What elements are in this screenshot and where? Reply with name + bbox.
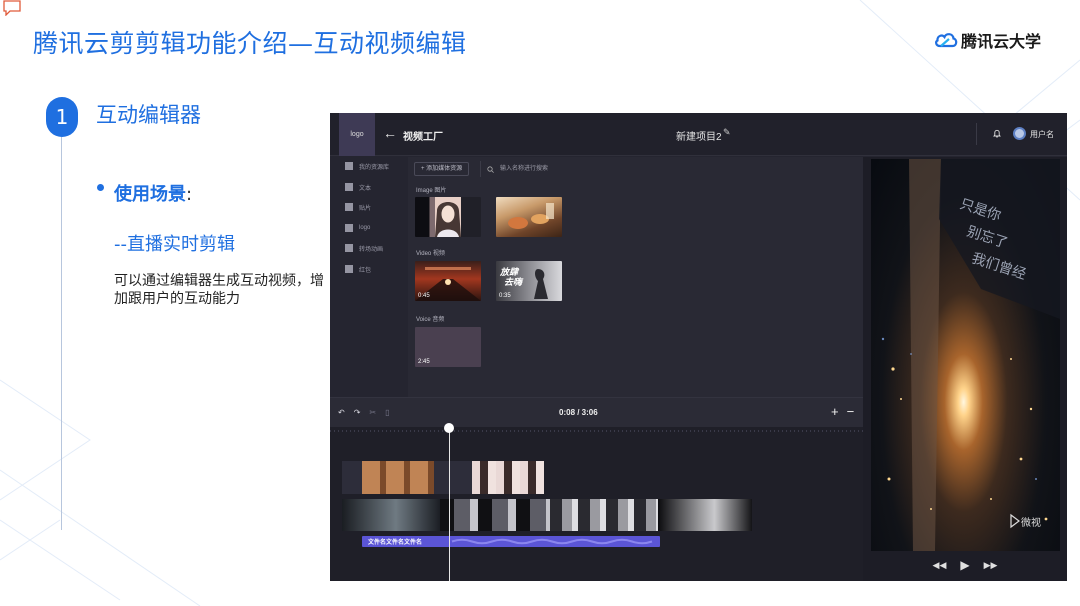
timeline-clip-food[interactable] — [362, 461, 434, 494]
editor-sidebar: 我的资源库 文本 贴片 logo 转场动画 红包 — [330, 157, 408, 397]
video-duration: 0:45 — [418, 293, 430, 299]
red-packet-icon — [345, 265, 353, 273]
zoom-out-button[interactable]: − — [847, 404, 855, 419]
timeline-clip-light[interactable] — [658, 499, 752, 531]
play-icon[interactable]: ▶ — [960, 558, 969, 572]
sidebar-item-label: 贴片 — [359, 205, 372, 212]
cloud-icon — [935, 33, 958, 48]
voice-section-label: Voice 音频 — [416, 317, 445, 323]
delete-icon[interactable]: ▯ — [385, 408, 389, 417]
timeline-clip-dance[interactable] — [550, 499, 658, 531]
usage-label: 使用场景: — [114, 180, 192, 206]
editor-logo[interactable]: logo — [339, 113, 375, 156]
bullet-dot — [97, 184, 104, 191]
image-thumb-food[interactable] — [496, 197, 562, 237]
interactive-editor-window: logo ← 视频工厂 新建项目2 ✎ 用户名 我的资源库 文本 贴片 logo… — [330, 113, 1067, 581]
brand-name: 腾讯云大学 — [961, 32, 1042, 51]
cut-icon[interactable]: ✂ — [369, 408, 376, 417]
timeline-ruler[interactable] — [330, 427, 863, 435]
video-thumb-dance[interactable]: 放肆 去嗨 0:35 — [496, 261, 562, 301]
step-title: 互动编辑器 — [96, 103, 201, 127]
video-section-label: Video 视频 — [416, 251, 445, 257]
usage-label-colon: : — [186, 184, 193, 205]
timeline-clip-corridor[interactable] — [440, 499, 550, 531]
search-icon — [487, 165, 494, 173]
preview-controls: ◀◀ ▶ ▶▶ — [863, 555, 1067, 575]
sidebar-item-library[interactable]: 我的资源库 — [345, 161, 389, 171]
video-duration: 0:35 — [499, 293, 511, 299]
brand-logo: 腾讯云大学 — [934, 28, 1041, 52]
avatar[interactable] — [1013, 127, 1026, 140]
comment-icon[interactable] — [2, 0, 22, 16]
bell-icon[interactable] — [993, 129, 1001, 138]
previous-icon[interactable]: ◀◀ — [933, 560, 947, 571]
logo-icon — [345, 224, 353, 232]
timeline-tools: ↶ ↷ ✂ ▯ — [338, 408, 390, 417]
editor-topbar: logo ← 视频工厂 新建项目2 ✎ 用户名 — [330, 113, 1067, 156]
image-section-label: Image 图片 — [416, 188, 447, 194]
timeline-clip-portrait[interactable] — [472, 461, 544, 494]
media-search — [480, 161, 610, 177]
sidebar-item-label: logo — [359, 225, 371, 231]
sidebar-item-label: 文本 — [359, 185, 372, 192]
add-media-button[interactable]: + 添加媒体资源 — [414, 162, 470, 176]
sidebar-item-logo[interactable]: logo — [345, 223, 370, 233]
voice-thumb[interactable]: 2:45 — [415, 327, 481, 367]
text-icon — [345, 183, 353, 191]
sticker-icon — [345, 203, 353, 211]
redo-icon[interactable]: ↷ — [354, 408, 361, 417]
usage-label-text: 使用场景 — [114, 184, 186, 205]
voice-duration: 2:45 — [418, 359, 430, 365]
timeline-zoom: + − — [831, 404, 854, 419]
media-library-panel: + 添加媒体资源 Image 图片 Video 视频 — [408, 157, 863, 397]
audio-clip-name: 文件名文件名文件名 — [368, 540, 423, 546]
step-timeline-line — [61, 137, 62, 530]
sidebar-item-sticker[interactable]: 贴片 — [345, 202, 371, 212]
timeline-tracks: 文件名文件名文件名 — [330, 423, 863, 581]
playhead-line — [449, 427, 450, 581]
preview-video-frame[interactable]: 只是你 别忘了 我们曾经 微视 — [871, 159, 1060, 551]
editor-app-name: 视频工厂 — [403, 132, 443, 143]
next-icon[interactable]: ▶▶ — [984, 560, 998, 571]
step-number-badge: 1 — [46, 97, 78, 137]
zoom-in-button[interactable]: + — [831, 404, 839, 419]
food-scene — [508, 203, 554, 229]
sidebar-item-transition[interactable]: 转场动画 — [345, 243, 383, 253]
usage-description: 可以通过编辑器生成互动视频，增加跟用户的互动能力 — [114, 273, 324, 307]
library-icon — [345, 162, 353, 170]
sidebar-item-text[interactable]: 文本 — [345, 182, 371, 192]
undo-icon[interactable]: ↶ — [338, 408, 345, 417]
sidebar-item-label: 红包 — [359, 267, 372, 274]
timeline-toolbar: ↶ ↷ ✂ ▯ 0:08 / 3:06 + − — [330, 397, 863, 427]
image-thumb-portrait[interactable] — [415, 197, 481, 237]
sidebar-item-red-packet[interactable]: 红包 — [345, 264, 371, 274]
search-input[interactable] — [500, 163, 610, 175]
video-thumb-tunnel[interactable]: 0:45 — [415, 261, 481, 301]
sidebar-item-label: 我的资源库 — [359, 164, 390, 171]
topbar-divider — [976, 123, 977, 145]
svg-text:去嗨: 去嗨 — [504, 277, 524, 288]
preview-scene: 只是你 别忘了 我们曾经 微视 — [881, 159, 1060, 551]
user-name[interactable]: 用户名 — [1030, 129, 1054, 140]
sidebar-item-label: 转场动画 — [359, 246, 384, 253]
timeline-time: 0:08 / 3:06 — [559, 408, 598, 417]
portrait-figure — [435, 202, 461, 237]
video-preview-panel: 只是你 别忘了 我们曾经 微视 ◀◀ ▶ ▶▶ — [863, 157, 1067, 581]
project-name[interactable]: 新建项目2 — [676, 128, 722, 143]
step-number: 1 — [55, 105, 69, 129]
usage-sub-title: --直播实时剪辑 — [114, 234, 235, 255]
timeline-audio-clip[interactable]: 文件名文件名文件名 — [362, 536, 660, 547]
playhead-handle[interactable] — [444, 423, 454, 433]
back-arrow-icon[interactable]: ← — [383, 125, 397, 141]
svg-text:微视: 微视 — [1021, 516, 1041, 529]
svg-text:放肆: 放肆 — [499, 267, 520, 278]
timeline-clip-tunnel[interactable] — [342, 499, 440, 531]
edit-pencil-icon[interactable]: ✎ — [723, 127, 731, 138]
slide-title: 腾讯云剪剪辑功能介绍—互动视频编辑 — [33, 29, 467, 58]
transition-icon — [345, 244, 353, 252]
